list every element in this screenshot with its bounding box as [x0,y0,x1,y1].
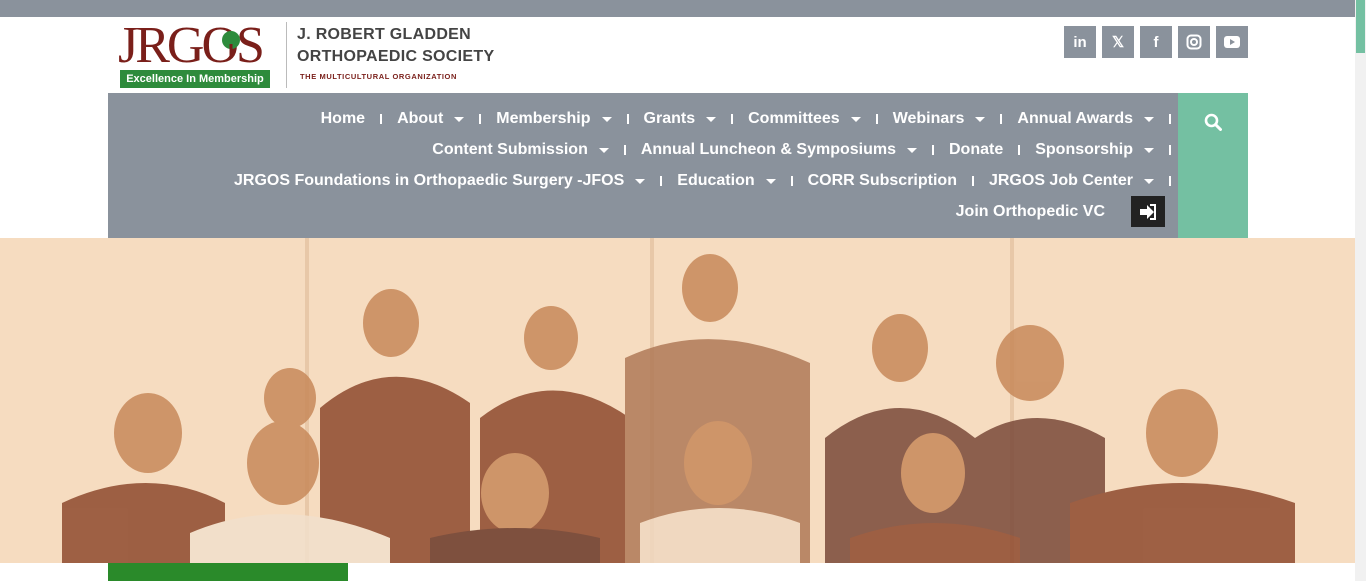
hero-group-photo [0,238,1355,563]
youtube-icon[interactable] [1216,26,1248,58]
chevron-down-icon [850,117,861,122]
nav-annual-awards[interactable]: Annual Awards [1017,110,1154,128]
nav-webinars[interactable]: Webinars [893,110,986,128]
nav-job-center[interactable]: JRGOS Job Center [989,172,1154,190]
search-button[interactable] [1178,93,1248,238]
header-divider [286,22,287,88]
chevron-down-icon [601,117,612,122]
scrollbar[interactable] [1355,0,1366,581]
org-name-line1: J. ROBERT GLADDEN [297,26,471,43]
nav-sponsorship[interactable]: Sponsorship [1035,141,1154,159]
chevron-down-icon [706,117,717,122]
nav-row-3: JRGOS Foundations in Orthopaedic Surgery… [234,165,1178,196]
nav-membership[interactable]: Membership [496,110,612,128]
nav-row-1: Home About Membership Grants Committees … [321,103,1178,134]
nav-donate[interactable]: Donate [949,141,1003,159]
nav-row-2: Content Submission Annual Luncheon & Sym… [432,134,1178,165]
org-subtitle: THE MULTICULTURAL ORGANIZATION [300,72,458,81]
instagram-icon[interactable] [1178,26,1210,58]
nav-education[interactable]: Education [677,172,776,190]
nav-join-orthopedic-vc[interactable]: Join Orthopedic VC [956,203,1105,221]
site-logo[interactable]: JRGOS Excellence In Membership [118,20,276,90]
facebook-icon[interactable]: f [1140,26,1172,58]
nav-grants[interactable]: Grants [644,110,717,128]
chevron-down-icon [765,179,776,184]
nav-corr-subscription[interactable]: CORR Subscription [808,172,957,190]
nav-committees[interactable]: Committees [748,110,861,128]
nav-about[interactable]: About [397,110,465,128]
linkedin-icon[interactable]: in [1064,26,1096,58]
chevron-down-icon [975,117,986,122]
chevron-down-icon [1144,117,1154,122]
org-name: J. ROBERT GLADDEN ORTHOPAEDIC SOCIETY [297,24,494,68]
scrollbar-thumb[interactable] [1356,0,1365,53]
top-strip [0,0,1366,17]
chevron-down-icon [906,148,917,153]
x-twitter-icon[interactable]: 𝕏 [1102,26,1134,58]
sign-in-icon[interactable] [1131,196,1165,227]
tree-icon [222,31,240,58]
chevron-down-icon [1144,148,1154,153]
green-accent-bar [108,563,348,581]
group-photo [0,238,1355,563]
nav-home[interactable]: Home [321,110,365,128]
search-icon [1204,113,1222,131]
nav-row-4: Join Orthopedic VC [956,196,1178,227]
nav-jfos[interactable]: JRGOS Foundations in Orthopaedic Surgery… [234,172,646,190]
logo-tagline: Excellence In Membership [120,70,270,88]
chevron-down-icon [454,117,465,122]
chevron-down-icon [598,148,609,153]
nav-annual-luncheon[interactable]: Annual Luncheon & Symposiums [641,141,917,159]
org-name-line2: ORTHOPAEDIC SOCIETY [297,48,495,65]
chevron-down-icon [635,179,646,184]
main-nav: Home About Membership Grants Committees … [108,93,1178,238]
chevron-down-icon [1144,179,1154,184]
nav-content-submission[interactable]: Content Submission [432,141,609,159]
